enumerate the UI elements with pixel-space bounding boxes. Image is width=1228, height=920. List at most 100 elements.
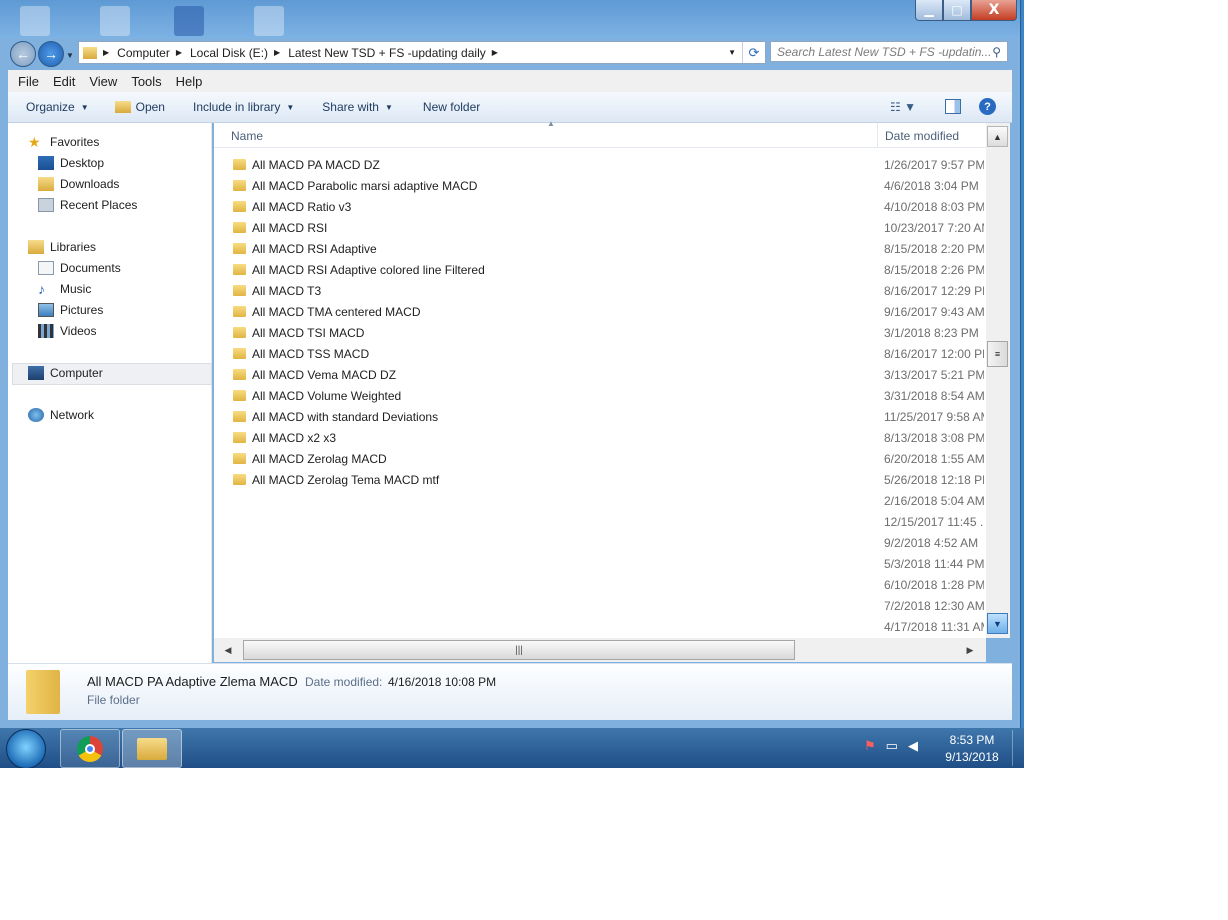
nav-documents-label: Documents — [60, 261, 121, 275]
breadcrumb-separator-icon[interactable]: ▶ — [176, 48, 182, 57]
file-row[interactable]: All MACD with standard Deviations 11/25/2… — [214, 406, 986, 427]
horizontal-scroll-thumb[interactable]: ||| — [243, 640, 795, 660]
maximize-button[interactable]: □ — [943, 0, 971, 21]
vertical-scroll-thumb[interactable]: ≡ — [987, 341, 1008, 367]
file-row[interactable]: All MACD Parabolic marsi adaptive MACD 4/… — [214, 175, 986, 196]
menu-help[interactable]: Help — [176, 74, 203, 89]
menu-edit[interactable]: Edit — [53, 74, 75, 89]
organize-button[interactable]: Organize ▼ — [26, 100, 89, 114]
file-row[interactable]: All MACD Zerolag Tema MACD mtf 5/26/2018 … — [214, 469, 986, 490]
nav-downloads[interactable]: Downloads — [38, 177, 119, 191]
breadcrumb-computer[interactable]: Computer — [117, 46, 170, 60]
scroll-down-button[interactable]: ▼ — [987, 613, 1008, 634]
file-row[interactable]: All MACD Volume Weighted 3/31/2018 8:54 A… — [214, 385, 986, 406]
file-row[interactable]: All MACD Vema MACD DZ 3/13/2017 5:21 PM — [214, 364, 986, 385]
file-row[interactable]: All MACD TSI MACD 3/1/2018 8:23 PM — [214, 322, 986, 343]
folder-icon — [233, 432, 246, 443]
file-row[interactable]: All MACD TSS MACD 8/16/2017 12:00 PM — [214, 343, 986, 364]
file-row[interactable]: All MACD RSI 10/23/2017 7:20 AM — [214, 217, 986, 238]
preview-pane-icon[interactable] — [945, 99, 961, 114]
recent-pages-chevron-icon[interactable]: ▼ — [66, 51, 74, 60]
documents-icon — [38, 261, 54, 275]
nav-documents[interactable]: Documents — [38, 261, 121, 275]
file-row-faded[interactable]: 6/10/2018 1:28 PM — [214, 574, 986, 595]
file-row[interactable]: All MACD x2 x3 8/13/2018 3:08 PM — [214, 427, 986, 448]
breadcrumb-separator-icon[interactable]: ▶ — [492, 48, 498, 57]
music-note-icon: ♪ — [38, 281, 45, 297]
column-name[interactable]: Name — [231, 129, 263, 143]
taskbar-explorer[interactable] — [122, 729, 182, 768]
show-desktop-button[interactable] — [1012, 730, 1023, 766]
address-dropdown-icon[interactable]: ▼ — [728, 48, 736, 57]
forward-button[interactable]: → — [38, 41, 64, 67]
breadcrumb-current-folder[interactable]: Latest New TSD + FS -updating daily — [288, 46, 486, 60]
scroll-up-button[interactable]: ▲ — [987, 126, 1008, 147]
item-type: File folder — [87, 693, 140, 707]
file-row-faded[interactable]: 5/3/2018 11:44 PM — [214, 553, 986, 574]
minimize-button[interactable]: ▁ — [915, 0, 943, 21]
file-row[interactable]: All MACD TMA centered MACD 9/16/2017 9:43… — [214, 301, 986, 322]
breadcrumb-separator-icon[interactable]: ▶ — [103, 48, 109, 57]
command-bar: Organize ▼ Open Include in library ▼ Share… — [8, 92, 1012, 123]
menu-tools[interactable]: Tools — [131, 74, 161, 89]
file-row[interactable]: All MACD T3 8/16/2017 12:29 PM — [214, 280, 986, 301]
nav-favorites[interactable]: ★ Favorites — [28, 135, 99, 149]
search-icon[interactable]: ⚲ — [992, 45, 1001, 59]
search-input[interactable]: Search Latest New TSD + FS -updatin... ⚲ — [770, 41, 1008, 62]
nav-music[interactable]: ♪ Music — [38, 282, 91, 296]
explorer-window: ▁ □ X ← → ▼ ▶ Computer ▶ Local Disk (E:)… — [0, 0, 1021, 728]
action-center-flag-icon[interactable]: ⚑ — [864, 738, 876, 754]
share-with-button[interactable]: Share with ▼ — [322, 100, 393, 114]
horizontal-scrollbar[interactable]: ◀ ||| ▶ — [214, 638, 986, 662]
start-button[interactable] — [6, 729, 46, 768]
volume-icon[interactable]: ◀ — [908, 738, 918, 754]
open-button[interactable]: Open — [114, 100, 165, 114]
file-date: 5/26/2018 12:18 PM — [884, 473, 984, 487]
new-folder-button[interactable]: New folder — [423, 100, 480, 114]
column-date-modified[interactable]: Date modified — [885, 129, 959, 143]
include-label: Include in library — [192, 100, 281, 114]
file-row-faded[interactable]: 7/2/2018 12:30 AM — [214, 595, 986, 616]
change-view-icon[interactable]: ☷ ▼ — [890, 100, 916, 114]
file-row-faded[interactable]: 12/15/2017 11:45 ... — [214, 511, 986, 532]
nav-desktop[interactable]: Desktop — [38, 156, 104, 170]
scroll-right-button[interactable]: ▶ — [960, 640, 980, 660]
address-bar[interactable]: ▶ Computer ▶ Local Disk (E:) ▶ Latest Ne… — [78, 41, 766, 64]
blurred-desktop-icon — [20, 6, 50, 36]
file-row-faded[interactable]: 2/16/2018 5:04 AM — [214, 490, 986, 511]
file-row-faded[interactable]: 9/2/2018 4:52 AM — [214, 532, 986, 553]
menu-file[interactable]: File — [18, 74, 39, 89]
breadcrumb-local-disk[interactable]: Local Disk (E:) — [190, 46, 268, 60]
nav-libraries[interactable]: Libraries — [28, 240, 96, 254]
nav-videos[interactable]: Videos — [38, 324, 96, 338]
nav-recent-places[interactable]: Recent Places — [38, 198, 137, 212]
file-row[interactable]: All MACD Ratio v3 4/10/2018 8:03 PM — [214, 196, 986, 217]
file-row-faded[interactable]: 4/17/2018 11:31 AM — [214, 616, 986, 637]
breadcrumb-separator-icon[interactable]: ▶ — [274, 48, 280, 57]
file-row[interactable]: All MACD Zerolag MACD 6/20/2018 1:55 AM — [214, 448, 986, 469]
file-row[interactable]: All MACD RSI Adaptive 8/15/2018 2:20 PM — [214, 238, 986, 259]
include-in-library-button[interactable]: Include in library ▼ — [193, 100, 294, 114]
file-row[interactable]: All MACD PA MACD DZ 1/26/2017 9:57 PM — [214, 154, 986, 175]
folder-icon — [233, 327, 246, 338]
folder-icon — [233, 411, 246, 422]
nav-favorites-label: Favorites — [50, 135, 100, 149]
scroll-left-button[interactable]: ◀ — [218, 640, 238, 660]
folder-icon — [233, 369, 246, 380]
nav-pictures[interactable]: Pictures — [38, 303, 103, 317]
vertical-scrollbar[interactable]: ▲ ≡ ▼ — [986, 123, 1010, 638]
refresh-icon[interactable]: ⟳ — [742, 42, 765, 63]
column-divider[interactable] — [877, 123, 878, 147]
file-name: All MACD Volume Weighted — [252, 389, 402, 403]
taskbar-chrome[interactable] — [60, 729, 120, 768]
clock[interactable]: 8:53 PM 9/13/2018 — [940, 732, 1004, 766]
file-row[interactable]: All MACD RSI Adaptive colored line Filte… — [214, 259, 986, 280]
menu-view[interactable]: View — [89, 74, 117, 89]
back-button[interactable]: ← — [10, 41, 36, 67]
network-status-icon[interactable]: ▭ — [886, 738, 898, 754]
nav-computer[interactable]: Computer — [28, 366, 103, 380]
close-button[interactable]: X — [971, 0, 1017, 21]
help-icon[interactable]: ? — [979, 98, 996, 115]
title-bar[interactable]: ▁ □ X — [0, 0, 1020, 38]
nav-network[interactable]: Network — [28, 408, 94, 422]
